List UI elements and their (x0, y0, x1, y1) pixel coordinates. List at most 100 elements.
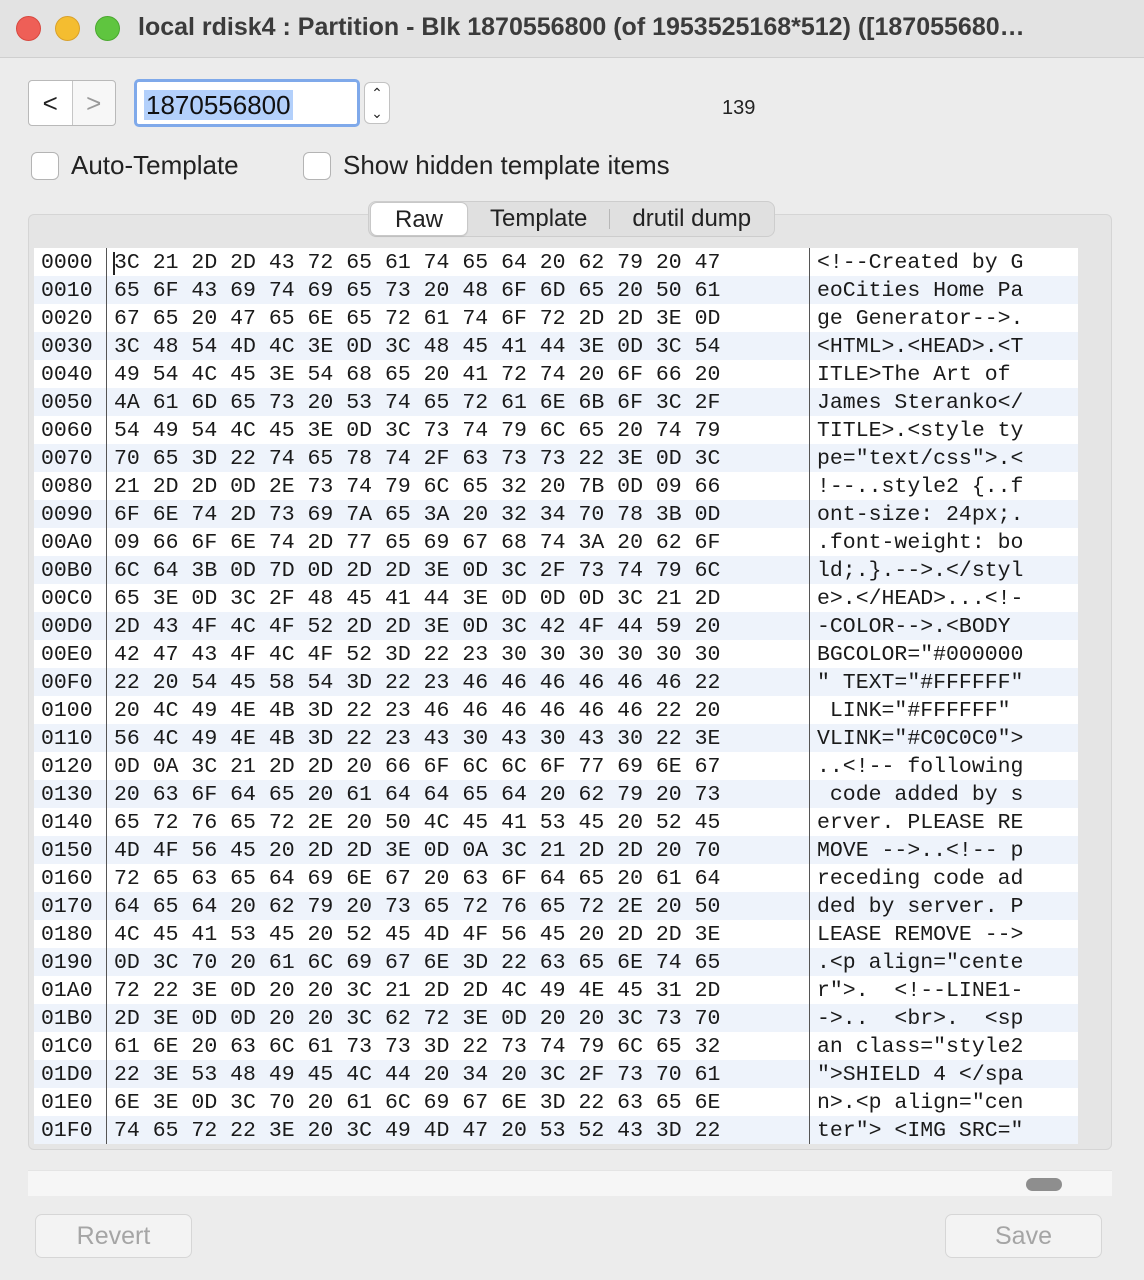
save-button[interactable]: Save (945, 1214, 1102, 1258)
row-bytes[interactable]: 22 3E 53 48 49 45 4C 44 20 34 20 3C 2F 7… (114, 1063, 720, 1087)
row-bytes[interactable]: 0D 3C 70 20 61 6C 69 67 6E 3D 22 63 65 6… (114, 951, 720, 975)
hex-row[interactable]: 0000 3C 21 2D 2D 43 72 65 61 74 65 64 20 … (34, 248, 1078, 276)
hex-row[interactable]: 0170 64 65 64 20 62 79 20 73 65 72 76 65 … (34, 892, 1078, 920)
hex-row[interactable]: 0030 3C 48 54 4D 4C 3E 0D 3C 48 45 41 44 … (34, 332, 1078, 360)
row-bytes[interactable]: 6F 6E 74 2D 73 69 7A 65 3A 20 32 34 70 7… (114, 503, 720, 527)
row-ascii[interactable]: .font-weight: bo (817, 531, 1023, 555)
row-ascii[interactable]: .<p align="cente (817, 951, 1023, 975)
tab-raw[interactable]: Raw (370, 202, 469, 236)
row-bytes[interactable]: 65 6F 43 69 74 69 65 73 20 48 6F 6D 65 2… (114, 279, 720, 303)
hex-row[interactable]: 0010 65 6F 43 69 74 69 65 73 20 48 6F 6D … (34, 276, 1078, 304)
row-bytes[interactable]: 3C 21 2D 2D 43 72 65 61 74 65 64 20 62 7… (114, 251, 720, 275)
hex-row[interactable]: 00B0 6C 64 3B 0D 7D 0D 2D 2D 3E 0D 3C 2F … (34, 556, 1078, 584)
next-block-button[interactable]: > (73, 81, 116, 125)
hex-row[interactable]: 0190 0D 3C 70 20 61 6C 69 67 6E 3D 22 63 … (34, 948, 1078, 976)
hex-row[interactable]: 0050 4A 61 6D 65 73 20 53 74 65 72 61 6E … (34, 388, 1078, 416)
row-ascii[interactable]: pe="text/css">.< (817, 447, 1023, 471)
row-ascii[interactable]: <!--Created by G (817, 251, 1023, 275)
row-ascii[interactable]: r">. <!--LINE1- (817, 979, 1023, 1003)
row-ascii[interactable]: ge Generator-->. (817, 307, 1023, 331)
hex-row[interactable]: 01E0 6E 3E 0D 3C 70 20 61 6C 69 67 6E 3D … (34, 1088, 1078, 1116)
hex-row[interactable]: 0090 6F 6E 74 2D 73 69 7A 65 3A 20 32 34 … (34, 500, 1078, 528)
row-bytes[interactable]: 49 54 4C 45 3E 54 68 65 20 41 72 74 20 6… (114, 363, 720, 387)
row-ascii[interactable]: code added by s (817, 783, 1024, 807)
hex-row[interactable]: 00D0 2D 43 4F 4C 4F 52 2D 2D 3E 0D 3C 42 … (34, 612, 1078, 640)
hex-row[interactable]: 00F0 22 20 54 45 58 54 3D 22 23 46 46 46 … (34, 668, 1078, 696)
row-ascii[interactable]: an class="style2 (817, 1035, 1023, 1059)
row-bytes[interactable]: 56 4C 49 4E 4B 3D 22 23 43 30 43 30 43 3… (114, 727, 720, 751)
close-window-button[interactable] (16, 16, 41, 41)
hex-editor[interactable]: 0000 3C 21 2D 2D 43 72 65 61 74 65 64 20 … (34, 248, 1078, 1144)
horizontal-scrollbar[interactable] (28, 1170, 1112, 1196)
row-bytes[interactable]: 64 65 64 20 62 79 20 73 65 72 76 65 72 2… (114, 895, 720, 919)
hex-row[interactable]: 0060 54 49 54 4C 45 3E 0D 3C 73 74 79 6C … (34, 416, 1078, 444)
hex-row[interactable]: 01D0 22 3E 53 48 49 45 4C 44 20 34 20 3C … (34, 1060, 1078, 1088)
row-bytes[interactable]: 20 4C 49 4E 4B 3D 22 23 46 46 46 46 46 4… (114, 699, 720, 723)
row-bytes[interactable]: 65 72 76 65 72 2E 20 50 4C 45 41 53 45 2… (114, 811, 720, 835)
row-ascii[interactable]: ter"> <IMG SRC=" (817, 1119, 1023, 1143)
row-ascii[interactable]: LINK="#FFFFFF" (817, 699, 1023, 723)
revert-button[interactable]: Revert (35, 1214, 192, 1258)
row-bytes[interactable]: 74 65 72 22 3E 20 3C 49 4D 47 20 53 52 4… (114, 1119, 720, 1143)
row-ascii[interactable]: ..<!-- following (817, 755, 1023, 779)
row-ascii[interactable]: <HTML>.<HEAD>.<T (817, 335, 1023, 359)
block-number-field[interactable]: 1870556800 (134, 79, 360, 127)
hex-row[interactable]: 01C0 61 6E 20 63 6C 61 73 73 3D 22 73 74 … (34, 1032, 1078, 1060)
row-bytes[interactable]: 65 3E 0D 3C 2F 48 45 41 44 3E 0D 0D 0D 3… (114, 587, 720, 611)
row-ascii[interactable]: BGCOLOR="#000000 (817, 643, 1023, 667)
row-ascii[interactable]: ->.. <br>. <sp (817, 1007, 1023, 1031)
hex-row[interactable]: 01B0 2D 3E 0D 0D 20 20 3C 62 72 3E 0D 20 … (34, 1004, 1078, 1032)
tab-template[interactable]: Template (468, 202, 609, 236)
row-bytes[interactable]: 42 47 43 4F 4C 4F 52 3D 22 23 30 30 30 3… (114, 643, 720, 667)
row-ascii[interactable]: ded by server. P (817, 895, 1023, 919)
hex-row[interactable]: 0110 56 4C 49 4E 4B 3D 22 23 43 30 43 30 … (34, 724, 1078, 752)
row-bytes[interactable]: 22 20 54 45 58 54 3D 22 23 46 46 46 46 4… (114, 671, 720, 695)
hex-row[interactable]: 0080 21 2D 2D 0D 2E 73 74 79 6C 65 32 20 … (34, 472, 1078, 500)
checkbox-box[interactable] (303, 151, 331, 180)
row-ascii[interactable]: TITLE>.<style ty (817, 419, 1023, 443)
row-bytes[interactable]: 2D 43 4F 4C 4F 52 2D 2D 3E 0D 3C 42 4F 4… (114, 615, 720, 639)
row-bytes[interactable]: 70 65 3D 22 74 65 78 74 2F 63 73 73 22 3… (114, 447, 720, 471)
minimize-window-button[interactable] (55, 16, 80, 41)
hex-row[interactable]: 0020 67 65 20 47 65 6E 65 72 61 74 6F 72 … (34, 304, 1078, 332)
show-hidden-items-checkbox[interactable]: Show hidden template items (303, 150, 670, 181)
hex-row[interactable]: 00A0 09 66 6F 6E 74 2D 77 65 69 67 68 74 … (34, 528, 1078, 556)
row-bytes[interactable]: 4D 4F 56 45 20 2D 2D 3E 0D 0A 3C 21 2D 2… (114, 839, 720, 863)
hex-row[interactable]: 0100 20 4C 49 4E 4B 3D 22 23 46 46 46 46 … (34, 696, 1078, 724)
block-number-stepper[interactable]: ⌃ ⌄ (364, 82, 390, 124)
row-bytes[interactable]: 6E 3E 0D 3C 70 20 61 6C 69 67 6E 3D 22 6… (114, 1091, 720, 1115)
hex-row[interactable]: 0130 20 63 6F 64 65 20 61 64 64 65 64 20 … (34, 780, 1078, 808)
tab-drutil-dump[interactable]: drutil dump (610, 202, 773, 236)
row-ascii[interactable]: ">SHIELD 4 </spa (817, 1063, 1023, 1087)
row-ascii[interactable]: " TEXT="#FFFFFF" (817, 671, 1023, 695)
row-bytes[interactable]: 4C 45 41 53 45 20 52 45 4D 4F 56 45 20 2… (114, 923, 720, 947)
hex-row[interactable]: 0070 70 65 3D 22 74 65 78 74 2F 63 73 73 … (34, 444, 1078, 472)
hex-row[interactable]: 0150 4D 4F 56 45 20 2D 2D 3E 0D 0A 3C 21 … (34, 836, 1078, 864)
row-ascii[interactable]: erver. PLEASE RE (817, 811, 1023, 835)
hex-row[interactable]: 01A0 72 22 3E 0D 20 20 3C 21 2D 2D 4C 49 … (34, 976, 1078, 1004)
auto-template-checkbox[interactable]: Auto-Template (31, 150, 239, 181)
hex-row[interactable]: 00E0 42 47 43 4F 4C 4F 52 3D 22 23 30 30 … (34, 640, 1078, 668)
row-bytes[interactable]: 61 6E 20 63 6C 61 73 73 3D 22 73 74 79 6… (114, 1035, 720, 1059)
row-bytes[interactable]: 0D 0A 3C 21 2D 2D 20 66 6F 6C 6C 6F 77 6… (114, 755, 720, 779)
hex-row[interactable]: 01F0 74 65 72 22 3E 20 3C 49 4D 47 20 53 … (34, 1116, 1078, 1144)
chevron-up-icon[interactable]: ⌃ (371, 85, 383, 102)
hex-row[interactable]: 0180 4C 45 41 53 45 20 52 45 4D 4F 56 45 … (34, 920, 1078, 948)
zoom-window-button[interactable] (95, 16, 120, 41)
row-bytes[interactable]: 72 65 63 65 64 69 6E 67 20 63 6F 64 65 2… (114, 867, 720, 891)
row-ascii[interactable]: !--..style2 {..f (817, 475, 1023, 499)
row-bytes[interactable]: 54 49 54 4C 45 3E 0D 3C 73 74 79 6C 65 2… (114, 419, 720, 443)
row-bytes[interactable]: 6C 64 3B 0D 7D 0D 2D 2D 3E 0D 3C 2F 73 7… (114, 559, 720, 583)
hex-row[interactable]: 0140 65 72 76 65 72 2E 20 50 4C 45 41 53 … (34, 808, 1078, 836)
hex-row[interactable]: 0160 72 65 63 65 64 69 6E 67 20 63 6F 64 … (34, 864, 1078, 892)
row-ascii[interactable]: VLINK="#C0C0C0"> (817, 727, 1023, 751)
row-ascii[interactable]: receding code ad (817, 867, 1023, 891)
row-ascii[interactable]: e>.</HEAD>...<!- (817, 587, 1023, 611)
row-bytes[interactable]: 20 63 6F 64 65 20 61 64 64 65 64 20 62 7… (114, 783, 720, 807)
hex-row[interactable]: 0040 49 54 4C 45 3E 54 68 65 20 41 72 74 … (34, 360, 1078, 388)
row-ascii[interactable]: MOVE -->..<!-- p (817, 839, 1023, 863)
row-ascii[interactable]: n>.<p align="cen (817, 1091, 1023, 1115)
row-bytes[interactable]: 09 66 6F 6E 74 2D 77 65 69 67 68 74 3A 2… (114, 531, 720, 555)
row-ascii[interactable]: -COLOR-->.<BODY (817, 615, 1023, 639)
row-bytes[interactable]: 2D 3E 0D 0D 20 20 3C 62 72 3E 0D 20 20 3… (114, 1007, 720, 1031)
